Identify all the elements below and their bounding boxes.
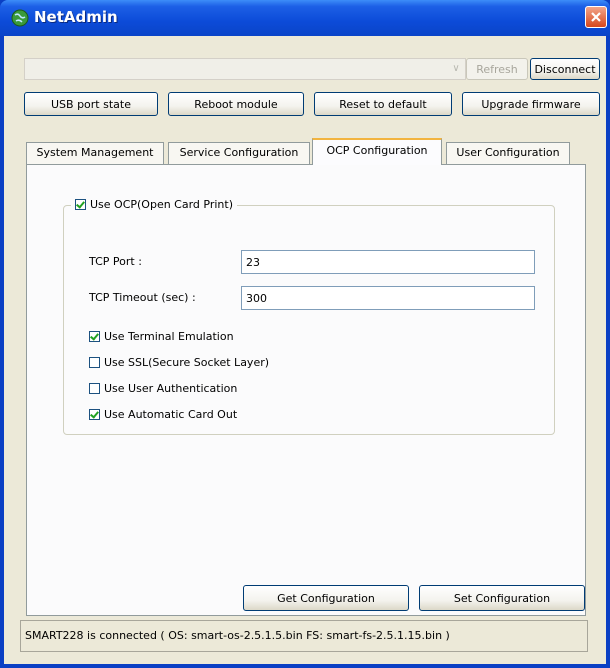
tcp-port-field[interactable]	[241, 250, 535, 274]
window-title: NetAdmin	[34, 8, 118, 26]
tab-service-configuration[interactable]: Service Configuration	[168, 142, 310, 164]
disconnect-button[interactable]: Disconnect	[530, 58, 600, 80]
tab-user-configuration[interactable]: User Configuration	[446, 142, 570, 164]
connection-status-text: SMART228 is connected ( OS: smart-os-2.5…	[25, 629, 450, 642]
use-user-authentication-label: Use User Authentication	[104, 381, 238, 395]
title-bar[interactable]: NetAdmin	[0, 0, 610, 36]
tcp-port-label: TCP Port :	[89, 255, 142, 268]
refresh-button[interactable]: Refresh	[466, 58, 528, 80]
reset-to-default-button[interactable]: Reset to default	[314, 92, 452, 116]
tcp-timeout-field[interactable]	[241, 286, 535, 310]
use-ocp-check-box[interactable]	[75, 198, 86, 210]
use-user-authentication-checkbox[interactable]	[89, 382, 100, 394]
get-configuration-button[interactable]: Get Configuration	[243, 585, 409, 611]
use-automatic-card-out-checkbox[interactable]	[89, 408, 100, 420]
status-bar: SMART228 is connected ( OS: smart-os-2.5…	[20, 620, 588, 652]
netadmin-window: NetAdmin ∨ Refresh Disconnect USB port s…	[0, 0, 610, 668]
use-terminal-emulation-option[interactable]: Use Terminal Emulation	[89, 327, 234, 345]
close-button[interactable]	[585, 6, 607, 28]
client-area: ∨ Refresh Disconnect USB port state Rebo…	[4, 36, 606, 664]
use-terminal-emulation-checkbox[interactable]	[89, 330, 100, 342]
use-automatic-card-out-label: Use Automatic Card Out	[104, 407, 238, 421]
use-ssl-option[interactable]: Use SSL(Secure Socket Layer)	[89, 353, 269, 371]
use-ssl-label: Use SSL(Secure Socket Layer)	[104, 355, 270, 369]
use-terminal-emulation-label: Use Terminal Emulation	[104, 329, 234, 343]
set-configuration-button[interactable]: Set Configuration	[419, 585, 585, 611]
ocp-configuration-panel: Use OCP(Open Card Print) TCP Port : TCP …	[26, 164, 586, 616]
use-ocp-checkbox[interactable]: Use OCP(Open Card Print)	[71, 195, 238, 213]
use-user-authentication-option[interactable]: Use User Authentication	[89, 379, 237, 397]
upgrade-firmware-button[interactable]: Upgrade firmware	[462, 92, 600, 116]
tcp-timeout-label: TCP Timeout (sec) :	[89, 291, 196, 304]
tab-ocp-configuration[interactable]: OCP Configuration	[312, 138, 442, 165]
reboot-module-button[interactable]: Reboot module	[168, 92, 304, 116]
chevron-down-icon[interactable]: ∨	[447, 59, 465, 79]
ocp-groupbox	[63, 205, 555, 435]
use-ssl-checkbox[interactable]	[89, 356, 100, 368]
use-automatic-card-out-option[interactable]: Use Automatic Card Out	[89, 405, 237, 423]
device-combo[interactable]: ∨	[24, 58, 466, 80]
use-ocp-label: Use OCP(Open Card Print)	[90, 197, 234, 211]
tab-system-management[interactable]: System Management	[26, 142, 164, 164]
app-globe-icon	[11, 9, 29, 27]
close-icon	[591, 12, 601, 22]
usb-port-state-button[interactable]: USB port state	[24, 92, 158, 116]
